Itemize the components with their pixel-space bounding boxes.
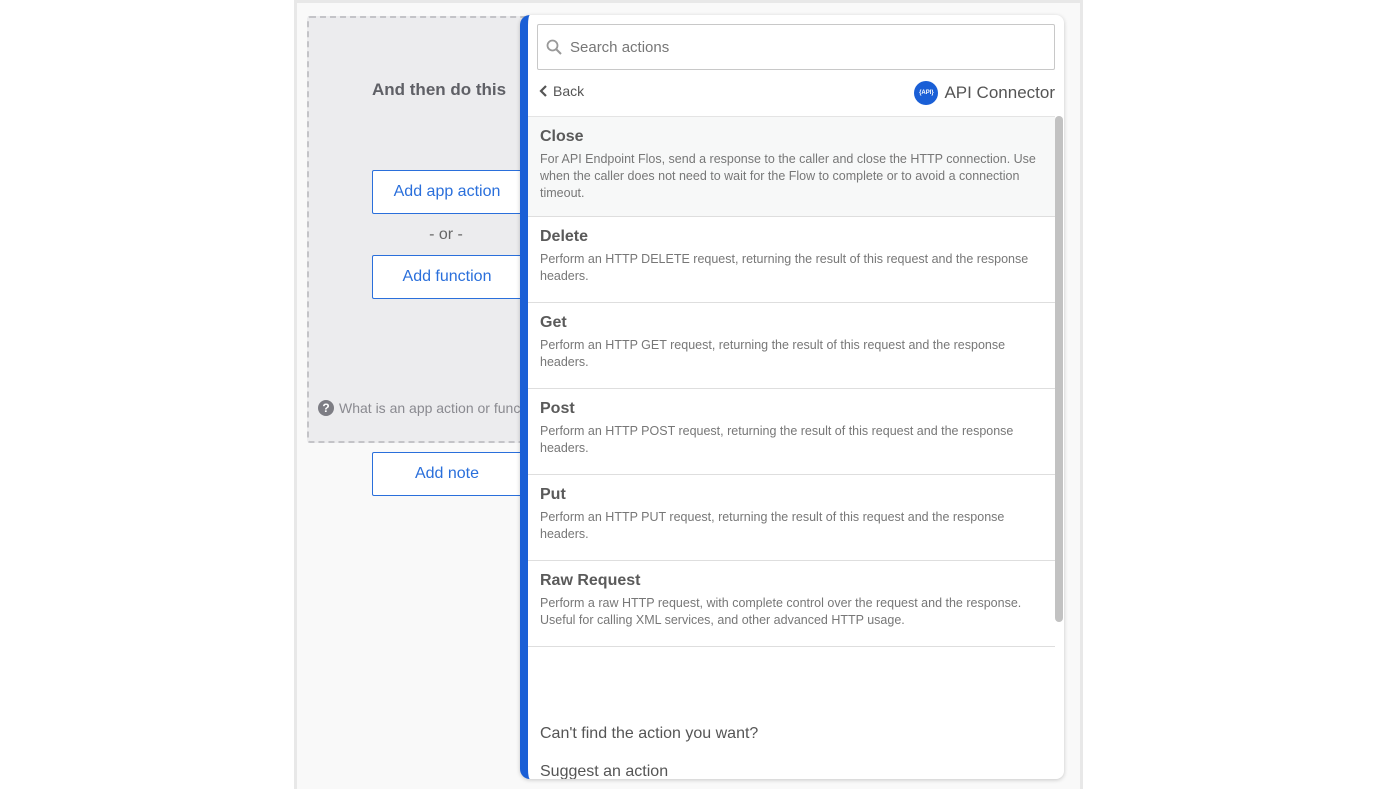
- search-box[interactable]: [537, 24, 1055, 70]
- cant-find-text: Can't find the action you want?: [540, 725, 759, 742]
- api-connector-logo-icon: {API}: [914, 81, 939, 105]
- connector-title: {API} API Connector: [914, 81, 1055, 105]
- suggest-action-link[interactable]: Suggest an action: [540, 763, 668, 779]
- scrollbar[interactable]: [1055, 116, 1063, 622]
- chevron-left-icon: [539, 85, 547, 97]
- add-function-button[interactable]: Add function: [372, 255, 522, 299]
- help-link[interactable]: ? What is an app action or function?: [318, 400, 551, 416]
- action-item-post[interactable]: Post Perform an HTTP POST request, return…: [528, 389, 1055, 475]
- action-picker-panel: Back {API} API Connector CloseFor API En…: [520, 15, 1064, 779]
- add-app-action-button[interactable]: Add app action: [372, 170, 522, 214]
- step-heading: And then do this: [372, 80, 507, 99]
- search-icon: [546, 39, 562, 55]
- action-item-delete[interactable]: Delete Perform an HTTP DELETE request, re…: [528, 217, 1055, 303]
- question-icon: ?: [318, 400, 334, 416]
- action-item-close[interactable]: Close For API Endpoint Flos, send a respo…: [528, 117, 1055, 217]
- action-item-put[interactable]: Put Perform an HTTP PUT request, returnin…: [528, 475, 1055, 561]
- action-item-raw-request[interactable]: Raw Request Perform a raw HTTP request, w…: [528, 561, 1055, 647]
- action-list: Close For API Endpoint Flos, send a respo…: [528, 116, 1055, 647]
- search-input[interactable]: [570, 38, 1010, 56]
- add-note-button[interactable]: Add note: [372, 452, 522, 496]
- back-button[interactable]: Back: [539, 83, 584, 99]
- action-item-get[interactable]: Get Perform an HTTP GET request, returnin…: [528, 303, 1055, 389]
- or-separator: - or -: [429, 226, 463, 243]
